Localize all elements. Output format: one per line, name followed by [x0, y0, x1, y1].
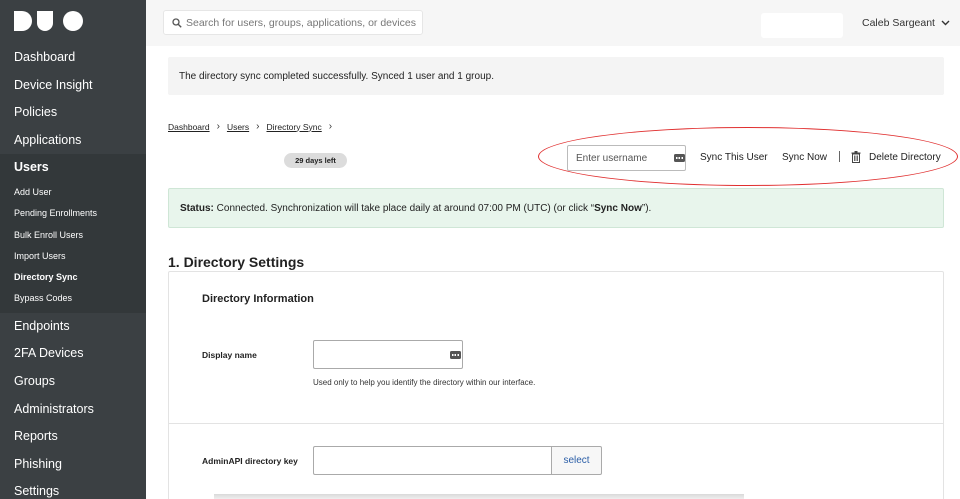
sidebar-item-device-insight[interactable]: Device Insight — [0, 72, 146, 100]
chevron-right-icon: › — [256, 121, 260, 132]
display-name-label: Display name — [202, 350, 257, 360]
breadcrumb-directory-sync[interactable]: Directory Sync — [266, 122, 321, 132]
chevron-down-icon — [941, 20, 950, 26]
status-sync-now-text: Sync Now — [594, 203, 642, 214]
adminapi-key-input[interactable] — [320, 453, 540, 469]
duo-logo[interactable] — [14, 11, 84, 33]
sidebar-subitem-bulk-enroll-users[interactable]: Bulk Enroll Users — [0, 225, 146, 246]
password-manager-icon[interactable] — [450, 351, 461, 359]
trash-icon[interactable] — [851, 151, 861, 163]
display-name-input[interactable] — [320, 347, 440, 363]
sidebar: Dashboard Device Insight Policies Applic… — [0, 0, 146, 499]
sidebar-item-phishing[interactable]: Phishing — [0, 451, 146, 479]
sidebar-item-reports[interactable]: Reports — [0, 423, 146, 451]
directory-settings-card: Directory Information Display name Used … — [168, 271, 944, 499]
username-field[interactable] — [567, 145, 686, 171]
adminapi-key-label: AdminAPI directory key — [202, 456, 298, 466]
chevron-right-icon: › — [216, 121, 220, 132]
display-name-field[interactable] — [313, 340, 463, 369]
toolbar-divider — [839, 151, 840, 162]
sidebar-item-groups[interactable]: Groups — [0, 368, 146, 396]
sidebar-subitem-add-user[interactable]: Add User — [0, 182, 146, 203]
top-bar: Caleb Sargeant — [146, 0, 960, 46]
sync-success-banner: The directory sync completed successfull… — [168, 57, 944, 95]
select-key-button[interactable]: select — [551, 446, 602, 475]
sidebar-subitem-directory-sync[interactable]: Directory Sync — [0, 267, 146, 288]
breadcrumb-dashboard[interactable]: Dashboard — [168, 122, 210, 132]
sidebar-subitem-pending-enrollments[interactable]: Pending Enrollments — [0, 203, 146, 224]
sidebar-users-submenu: Add User Pending Enrollments Bulk Enroll… — [0, 181, 146, 313]
breadcrumb-users[interactable]: Users — [227, 122, 249, 132]
sidebar-item-endpoints[interactable]: Endpoints — [0, 313, 146, 341]
sidebar-item-administrators[interactable]: Administrators — [0, 396, 146, 424]
password-manager-icon[interactable] — [674, 154, 685, 162]
status-message: Connected. Synchronization will take pla… — [213, 203, 595, 214]
user-menu[interactable]: Caleb Sargeant — [862, 17, 950, 29]
card-divider — [169, 423, 943, 424]
status-box: Status: Connected. Synchronization will … — [168, 188, 944, 228]
username-input[interactable] — [576, 151, 666, 166]
breadcrumb: Dashboard › Users › Directory Sync › — [168, 121, 332, 132]
sidebar-item-dashboard[interactable]: Dashboard — [0, 44, 146, 72]
search-box[interactable] — [163, 10, 423, 35]
search-icon — [172, 18, 182, 28]
sync-this-user-button[interactable]: Sync This User — [700, 152, 768, 163]
status-text: Status: Connected. Synchronization will … — [180, 203, 651, 214]
adminapi-key-field[interactable] — [313, 446, 552, 475]
delete-directory-button[interactable]: Delete Directory — [869, 152, 941, 163]
status-message-end: ”). — [641, 203, 652, 214]
sidebar-item-2fa-devices[interactable]: 2FA Devices — [0, 340, 146, 368]
user-name: Caleb Sargeant — [862, 17, 935, 29]
sync-now-button[interactable]: Sync Now — [782, 152, 827, 163]
sidebar-subitem-bypass-codes[interactable]: Bypass Codes — [0, 288, 146, 309]
sidebar-subitem-import-users[interactable]: Import Users — [0, 246, 146, 267]
banner-message: The directory sync completed successfull… — [179, 71, 494, 82]
sidebar-item-settings[interactable]: Settings — [0, 478, 146, 499]
status-label: Status: — [180, 203, 214, 214]
search-input[interactable] — [186, 14, 416, 31]
display-name-help: Used only to help you identify the direc… — [313, 378, 536, 387]
top-bar-blank-panel — [761, 13, 843, 38]
trial-days-badge: 29 days left — [284, 153, 347, 168]
sidebar-item-applications[interactable]: Applications — [0, 127, 146, 155]
card-heading: Directory Information — [202, 293, 314, 305]
section-title: 1. Directory Settings — [168, 254, 305, 270]
bottom-shadow — [214, 494, 744, 499]
chevron-right-icon: › — [328, 121, 333, 132]
sidebar-item-users[interactable]: Users — [0, 154, 146, 182]
sidebar-item-policies[interactable]: Policies — [0, 99, 146, 127]
